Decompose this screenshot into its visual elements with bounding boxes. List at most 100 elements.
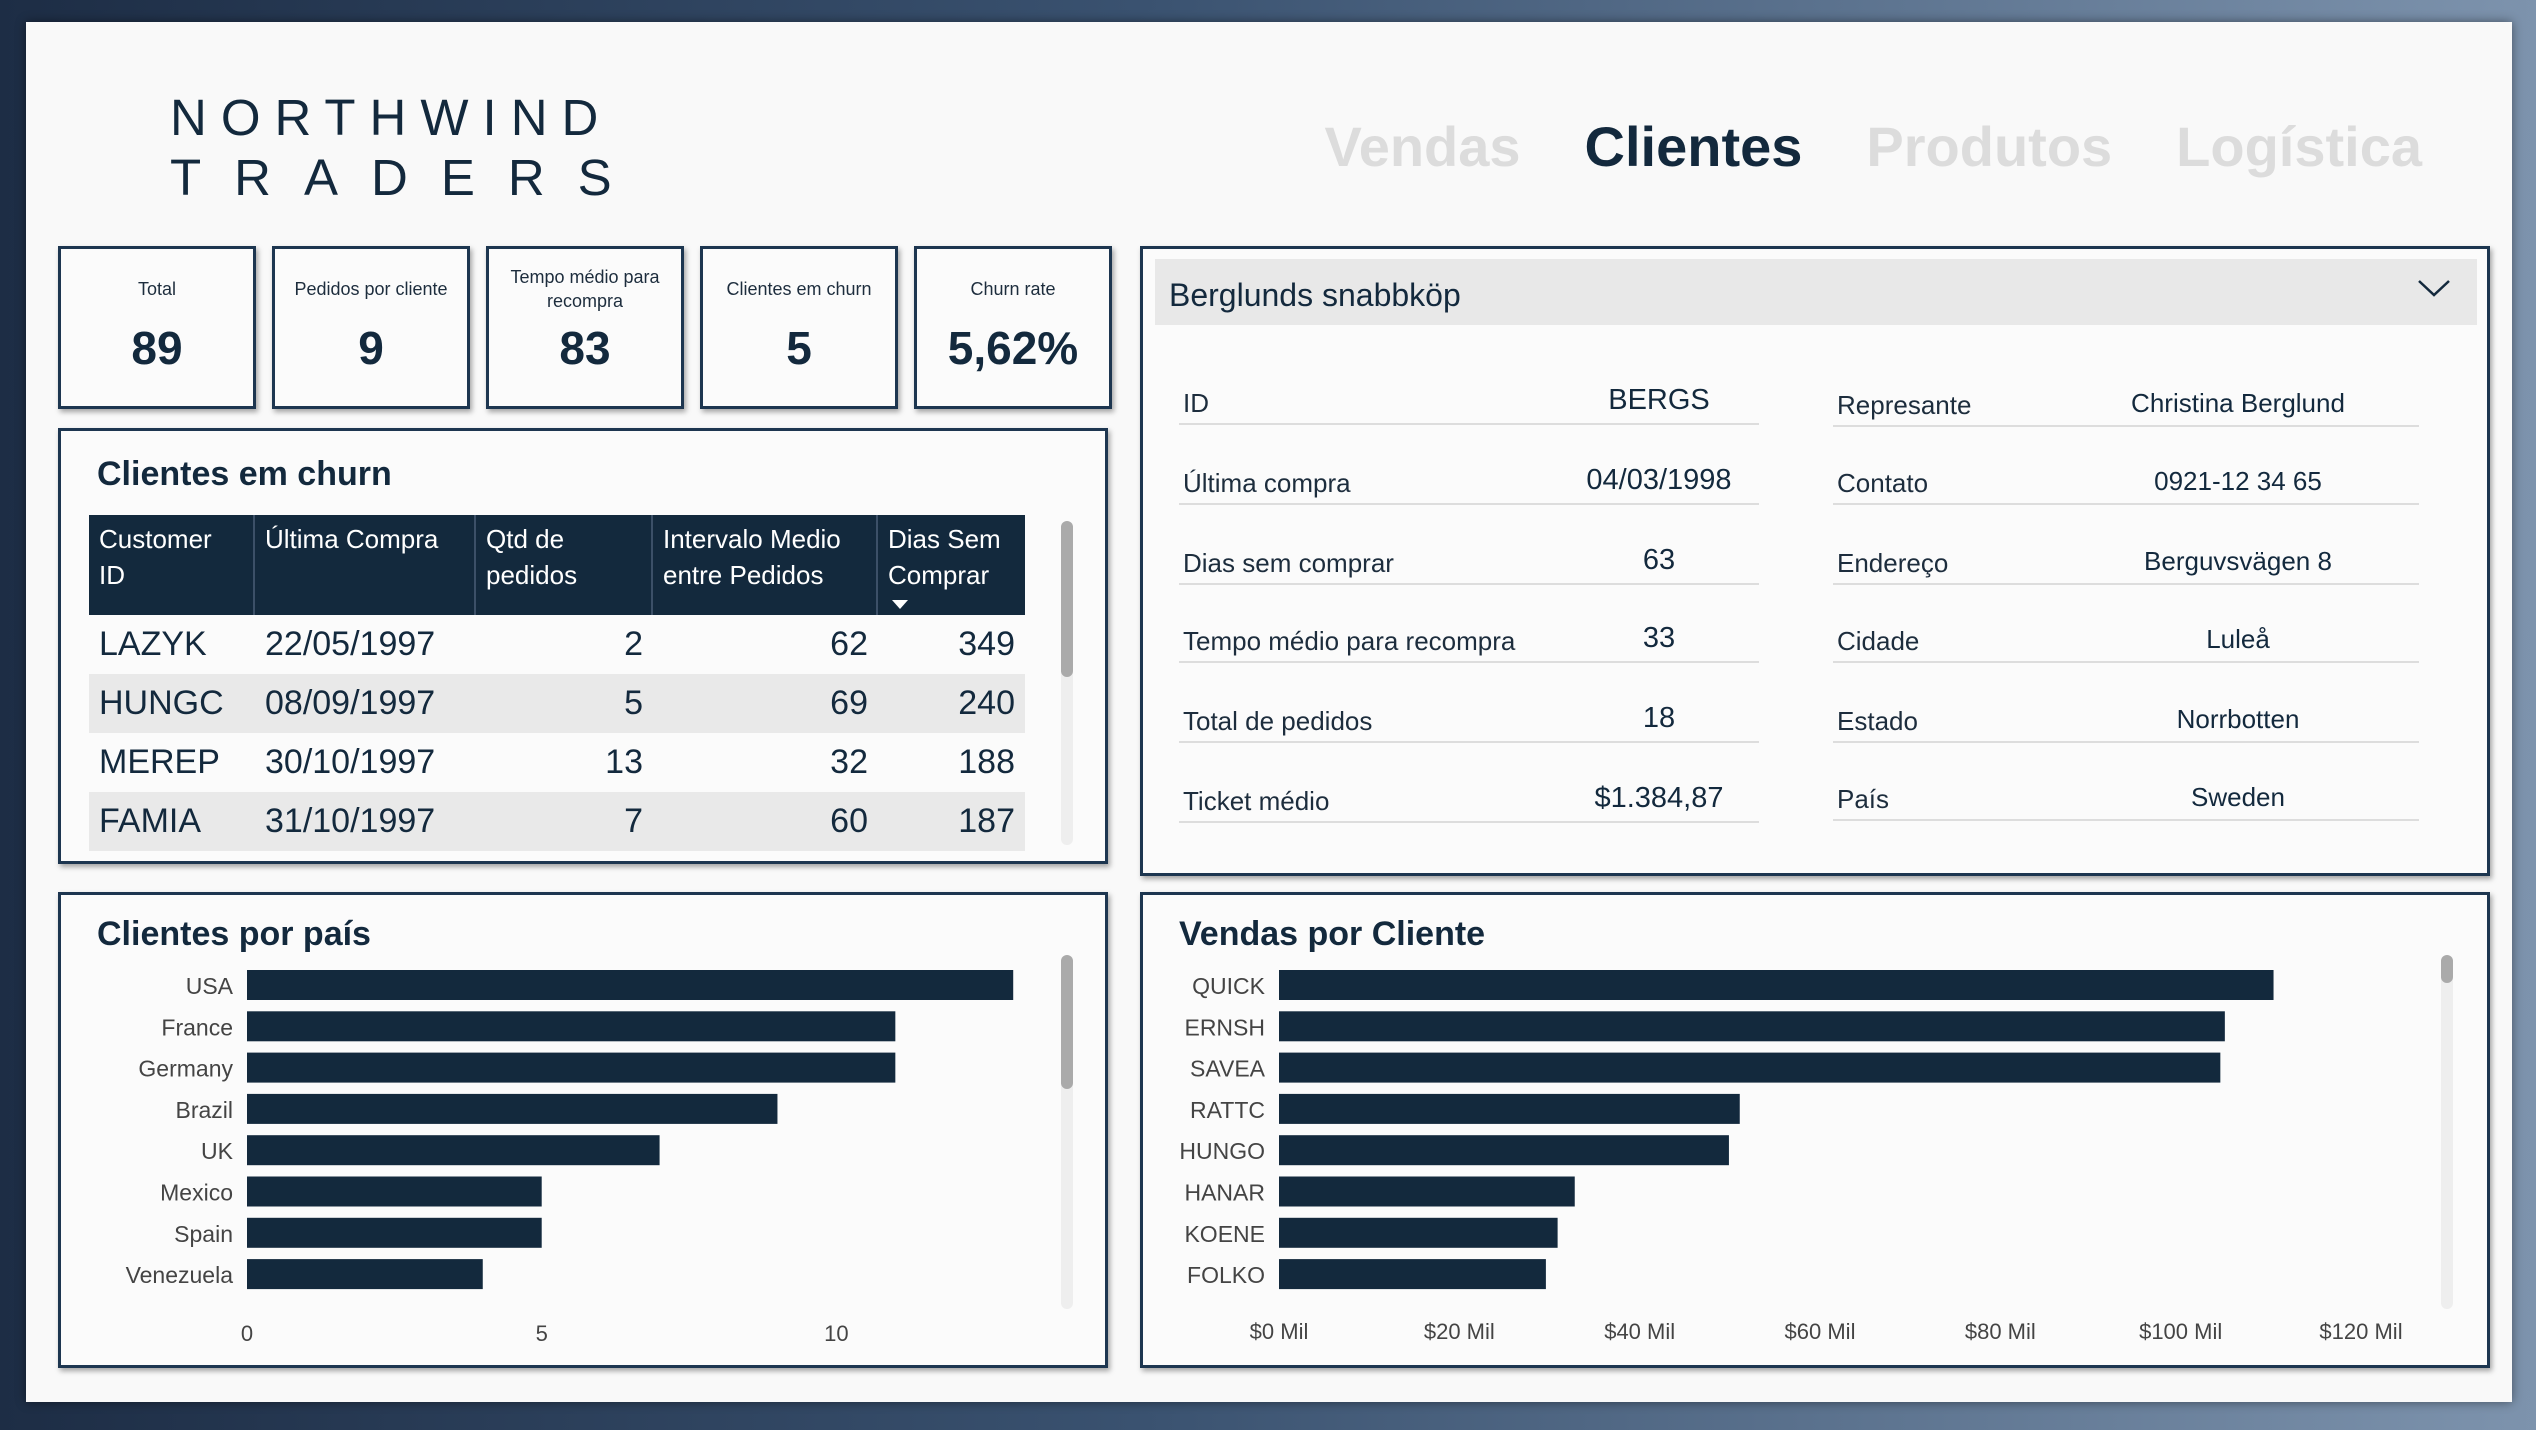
bar-venezuela[interactable] bbox=[247, 1259, 483, 1290]
bar-brazil[interactable] bbox=[247, 1093, 778, 1124]
tab-logistica[interactable]: Logística bbox=[2176, 114, 2422, 179]
detail-value: $1.384,87 bbox=[1594, 782, 1724, 814]
kpi-label: Tempo médio para recompra bbox=[510, 267, 660, 311]
column-header-intervalo-medio[interactable]: Intervalo Medio entre Pedidos bbox=[653, 515, 878, 615]
cell-ultima-compra: 30/10/1997 bbox=[265, 743, 436, 781]
bar-hungo[interactable] bbox=[1279, 1135, 1729, 1166]
bar-koene[interactable] bbox=[1279, 1217, 1558, 1248]
detail-value: Norrbotten bbox=[2176, 704, 2300, 734]
cell-intervalo: 62 bbox=[830, 625, 868, 663]
detail-row-pais: País Sweden bbox=[1833, 771, 2419, 821]
cell-ultima-compra: 31/10/1997 bbox=[265, 802, 436, 840]
table-row[interactable]: FAMIA 31/10/1997 7 60 187 bbox=[89, 792, 1025, 851]
kpi-value: 83 bbox=[559, 322, 611, 374]
detail-row-dias-sem-comprar: Dias sem comprar 63 bbox=[1179, 535, 1759, 585]
category-label: Spain bbox=[174, 1221, 233, 1247]
category-label: FOLKO bbox=[1187, 1262, 1265, 1288]
chart-scrollbar[interactable] bbox=[1061, 955, 1073, 1309]
cell-ultima-compra: 22/05/1997 bbox=[265, 625, 436, 663]
bar-usa[interactable] bbox=[247, 970, 1014, 1000]
table-scrollbar[interactable] bbox=[1061, 521, 1073, 845]
cell-intervalo: 60 bbox=[830, 802, 868, 840]
x-tick-label: $40 Mil bbox=[1604, 1319, 1675, 1344]
cell-qtd-pedidos: 13 bbox=[605, 743, 643, 781]
clientes-por-pais-panel: Clientes por país USA France Germany Brazil… bbox=[58, 892, 1108, 1368]
cell-intervalo: 69 bbox=[830, 684, 868, 722]
tab-clientes[interactable]: Clientes bbox=[1585, 114, 1803, 179]
customer-dropdown[interactable]: Berglunds snabbköp bbox=[1155, 259, 2477, 325]
detail-value: Christina Berglund bbox=[2131, 388, 2345, 418]
table-row[interactable]: HUNGC 08/09/1997 5 69 240 bbox=[89, 674, 1025, 733]
table-row[interactable]: LAZYK 22/05/1997 2 62 349 bbox=[89, 615, 1025, 674]
table-header: Customer ID Última Compra Qtd de pedidos… bbox=[89, 515, 1025, 615]
column-header-qtd-pedidos[interactable]: Qtd de pedidos bbox=[476, 515, 653, 615]
bar-germany[interactable] bbox=[247, 1052, 896, 1083]
column-header-customer-id[interactable]: Customer ID bbox=[89, 515, 255, 615]
vendas-por-cliente-chart: QUICK ERNSH SAVEA RATTC HUNGO HANAR KOENE FOLKO… bbox=[1179, 970, 2403, 1344]
detail-label: Dias sem comprar bbox=[1183, 548, 1394, 578]
kpi-card-pedidos-por-cliente: Pedidos por cliente 9 bbox=[272, 246, 470, 409]
x-tick-label: 5 bbox=[536, 1321, 548, 1346]
tab-vendas[interactable]: Vendas bbox=[1324, 114, 1520, 179]
scrollbar-thumb[interactable] bbox=[1061, 521, 1073, 677]
kpi-value: 9 bbox=[358, 322, 384, 374]
x-tick-label: $60 Mil bbox=[1785, 1319, 1856, 1344]
kpi-card-total: Total 89 bbox=[58, 246, 256, 409]
cell-dias: 240 bbox=[958, 684, 1015, 722]
scrollbar-thumb[interactable] bbox=[1061, 955, 1073, 1089]
detail-row-ultima-compra: Última compra 04/03/1998 bbox=[1179, 455, 1759, 505]
detail-row-estado: Estado Norrbotten bbox=[1833, 693, 2419, 743]
x-tick-label: $0 Mil bbox=[1250, 1319, 1309, 1344]
cell-ultima-compra: 08/09/1997 bbox=[265, 684, 436, 722]
bar-uk[interactable] bbox=[247, 1135, 660, 1166]
bar-quick[interactable] bbox=[1279, 970, 2274, 1000]
category-label: SAVEA bbox=[1190, 1056, 1266, 1082]
chevron-down-icon bbox=[2418, 280, 2450, 297]
table-body: LAZYK 22/05/1997 2 62 349 HUNGC 08/09/19… bbox=[89, 615, 1025, 851]
kpi-card-churn-rate: Churn rate 5,62% bbox=[914, 246, 1112, 409]
category-label: Mexico bbox=[160, 1180, 233, 1206]
cell-dias: 188 bbox=[958, 743, 1015, 781]
detail-label: Cidade bbox=[1837, 626, 1920, 656]
vendas-por-cliente-panel: Vendas por Cliente QUICK ERNSH SAVEA RATTC H… bbox=[1140, 892, 2490, 1368]
x-tick-label: $120 Mil bbox=[2319, 1319, 2402, 1344]
tab-produtos[interactable]: Produtos bbox=[1866, 114, 2112, 179]
kpi-card-clientes-em-churn: Clientes em churn 5 bbox=[700, 246, 898, 409]
cell-dias: 349 bbox=[958, 625, 1015, 663]
category-label: HUNGO bbox=[1179, 1138, 1265, 1164]
x-tick-label: 10 bbox=[824, 1321, 848, 1346]
bar-mexico[interactable] bbox=[247, 1176, 542, 1207]
detail-label: País bbox=[1837, 784, 1890, 814]
x-tick-label: 0 bbox=[241, 1321, 253, 1346]
sort-descending-icon bbox=[892, 600, 908, 609]
kpi-label: Churn rate bbox=[970, 279, 1056, 299]
customer-dropdown-value: Berglunds snabbköp bbox=[1169, 277, 1461, 313]
bar-ernsh[interactable] bbox=[1279, 1011, 2225, 1042]
category-label: KOENE bbox=[1184, 1221, 1265, 1247]
scrollbar-thumb[interactable] bbox=[2441, 955, 2453, 983]
bar-france[interactable] bbox=[247, 1011, 896, 1042]
bar-spain[interactable] bbox=[247, 1217, 542, 1248]
bar-hanar[interactable] bbox=[1279, 1176, 1575, 1207]
category-label: USA bbox=[186, 973, 234, 999]
cell-qtd-pedidos: 2 bbox=[624, 625, 643, 663]
category-label: Germany bbox=[138, 1056, 233, 1082]
clientes-por-pais-chart: USA France Germany Brazil UK Mexico Spain Venez… bbox=[126, 970, 1014, 1346]
bar-savea[interactable] bbox=[1279, 1052, 2221, 1083]
table-row[interactable]: MEREP 30/10/1997 13 32 188 bbox=[89, 733, 1025, 792]
detail-label: Última compra bbox=[1183, 468, 1351, 498]
chart-scrollbar[interactable] bbox=[2441, 955, 2453, 1309]
detail-label: Estado bbox=[1837, 706, 1918, 736]
column-header-ultima-compra[interactable]: Última Compra bbox=[255, 515, 476, 615]
detail-value: Sweden bbox=[2191, 782, 2285, 812]
detail-value: BERGS bbox=[1608, 384, 1710, 416]
bar-folko[interactable] bbox=[1279, 1259, 1546, 1290]
column-header-dias-sem-comprar[interactable]: Dias Sem Comprar bbox=[878, 515, 1025, 615]
customer-detail-panel: Berglunds snabbköp ID BERGS Última compr… bbox=[1140, 246, 2490, 876]
cell-customer-id: HUNGC bbox=[99, 684, 224, 722]
kpi-value: 5 bbox=[786, 322, 812, 374]
kpi-label: Clientes em churn bbox=[726, 279, 872, 299]
category-label: Brazil bbox=[175, 1097, 233, 1123]
bar-rattc[interactable] bbox=[1279, 1093, 1740, 1124]
x-tick-label: $20 Mil bbox=[1424, 1319, 1495, 1344]
